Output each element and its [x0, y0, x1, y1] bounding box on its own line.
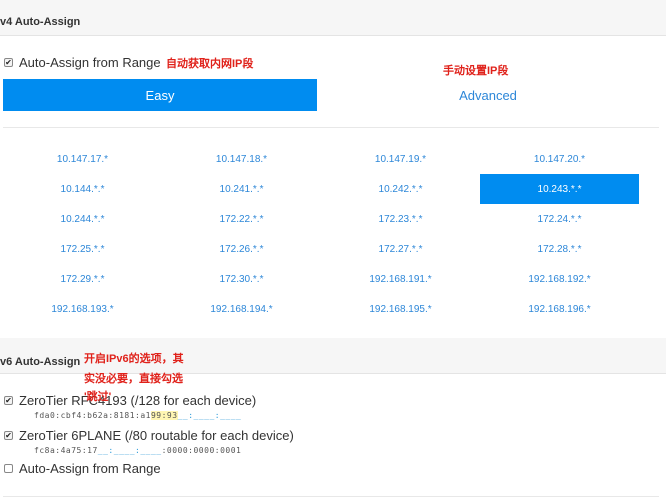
- ipv6-rfc4193-address-mid: 99:93: [150, 411, 178, 420]
- ipv6-auto-assign-checkbox[interactable]: [4, 464, 13, 473]
- ipv6-6plane-checkbox[interactable]: ✔: [4, 431, 13, 440]
- ip-range-option[interactable]: 10.243.*.*: [480, 174, 639, 204]
- ip-range-option[interactable]: 172.28.*.*: [480, 234, 639, 264]
- ip-range-option[interactable]: 10.147.20.*: [480, 144, 639, 174]
- ip-range-option[interactable]: 192.168.195.*: [321, 294, 480, 324]
- ipv4-section-header: v4 Auto-Assign: [0, 0, 666, 36]
- annotation-ipv6-line-3: '跳过': [84, 391, 112, 403]
- ipv6-rfc4193-toggle[interactable]: ✔ ZeroTier RFC4193 (/128 for each device…: [4, 393, 256, 408]
- ip-range-option[interactable]: 10.241.*.*: [162, 174, 321, 204]
- ip-range-option[interactable]: 172.22.*.*: [162, 204, 321, 234]
- ip-range-option[interactable]: 10.244.*.*: [3, 204, 162, 234]
- ipv6-rfc4193-address-blanks: __:____:____: [177, 411, 242, 420]
- ip-range-option[interactable]: 10.144.*.*: [3, 174, 162, 204]
- ip-range-option[interactable]: 172.23.*.*: [321, 204, 480, 234]
- ip-range-option[interactable]: 192.168.191.*: [321, 264, 480, 294]
- ipv6-auto-assign-toggle[interactable]: Auto-Assign from Range: [4, 461, 161, 476]
- ipv6-6plane-label: ZeroTier 6PLANE (/80 routable for each d…: [19, 428, 294, 443]
- ip-range-option[interactable]: 192.168.193.*: [3, 294, 162, 324]
- ip-range-option[interactable]: 172.27.*.*: [321, 234, 480, 264]
- ipv6-section-title: v6 Auto-Assign: [0, 356, 81, 368]
- ipv6-auto-assign-label: Auto-Assign from Range: [19, 461, 161, 476]
- ip-range-option[interactable]: 192.168.192.*: [480, 264, 639, 294]
- ip-range-option[interactable]: 10.147.18.*: [162, 144, 321, 174]
- ip-range-option[interactable]: 172.29.*.*: [3, 264, 162, 294]
- ipv6-6plane-address: fc8a:4a75:17__:____:____:0000:0000:0001: [34, 446, 294, 455]
- ip-range-option[interactable]: 172.26.*.*: [162, 234, 321, 264]
- ipv4-auto-assign-checkbox[interactable]: ✔: [4, 58, 13, 67]
- ipv6-6plane-toggle[interactable]: ✔ ZeroTier 6PLANE (/80 routable for each…: [4, 428, 294, 443]
- ip-range-option[interactable]: 172.30.*.*: [162, 264, 321, 294]
- ip-range-option[interactable]: 172.24.*.*: [480, 204, 639, 234]
- ip-range-grid: 10.147.17.* 10.147.18.* 10.147.19.* 10.147.…: [3, 144, 639, 324]
- ipv6-6plane-address-prefix: fc8a:4a75:17: [34, 446, 98, 455]
- ip-range-option[interactable]: 10.147.17.*: [3, 144, 162, 174]
- ipv4-section-title: v4 Auto-Assign: [0, 16, 81, 28]
- ipv6-rfc4193-label: ZeroTier RFC4193 (/128 for each device): [19, 393, 257, 408]
- ipv4-auto-assign-label: Auto-Assign from Range: [19, 55, 161, 70]
- ipv6-6plane-option: ✔ ZeroTier 6PLANE (/80 routable for each…: [4, 428, 294, 455]
- ipv6-6plane-address-blanks: __:____:____: [97, 446, 162, 455]
- ipv6-rfc4193-address-prefix: fda0:cbf4:b62a:8181:a1: [34, 411, 151, 420]
- tab-advanced[interactable]: Advanced: [317, 79, 659, 111]
- ipv6-rfc4193-checkbox[interactable]: ✔: [4, 396, 13, 405]
- ip-range-option[interactable]: 192.168.194.*: [162, 294, 321, 324]
- ipv6-rfc4193-option: ✔ ZeroTier RFC4193 (/128 for each device…: [4, 393, 256, 420]
- ip-range-option[interactable]: 10.242.*.*: [321, 174, 480, 204]
- ipv6-bottom-divider: [3, 496, 659, 497]
- ip-range-option[interactable]: 172.25.*.*: [3, 234, 162, 264]
- annotation-auto-range: 自动获取内网IP段: [166, 58, 254, 70]
- ipv4-auto-assign-toggle[interactable]: ✔ Auto-Assign from Range: [4, 55, 161, 70]
- ipv6-6plane-address-suffix: :0000:0000:0001: [161, 446, 242, 455]
- ip-range-option[interactable]: 10.147.19.*: [321, 144, 480, 174]
- tab-easy[interactable]: Easy: [3, 79, 317, 111]
- ipv4-divider: [3, 127, 659, 128]
- ip-range-option[interactable]: 192.168.196.*: [480, 294, 639, 324]
- ipv6-rfc4193-address: fda0:cbf4:b62a:8181:a199:93__:____:____: [34, 411, 256, 420]
